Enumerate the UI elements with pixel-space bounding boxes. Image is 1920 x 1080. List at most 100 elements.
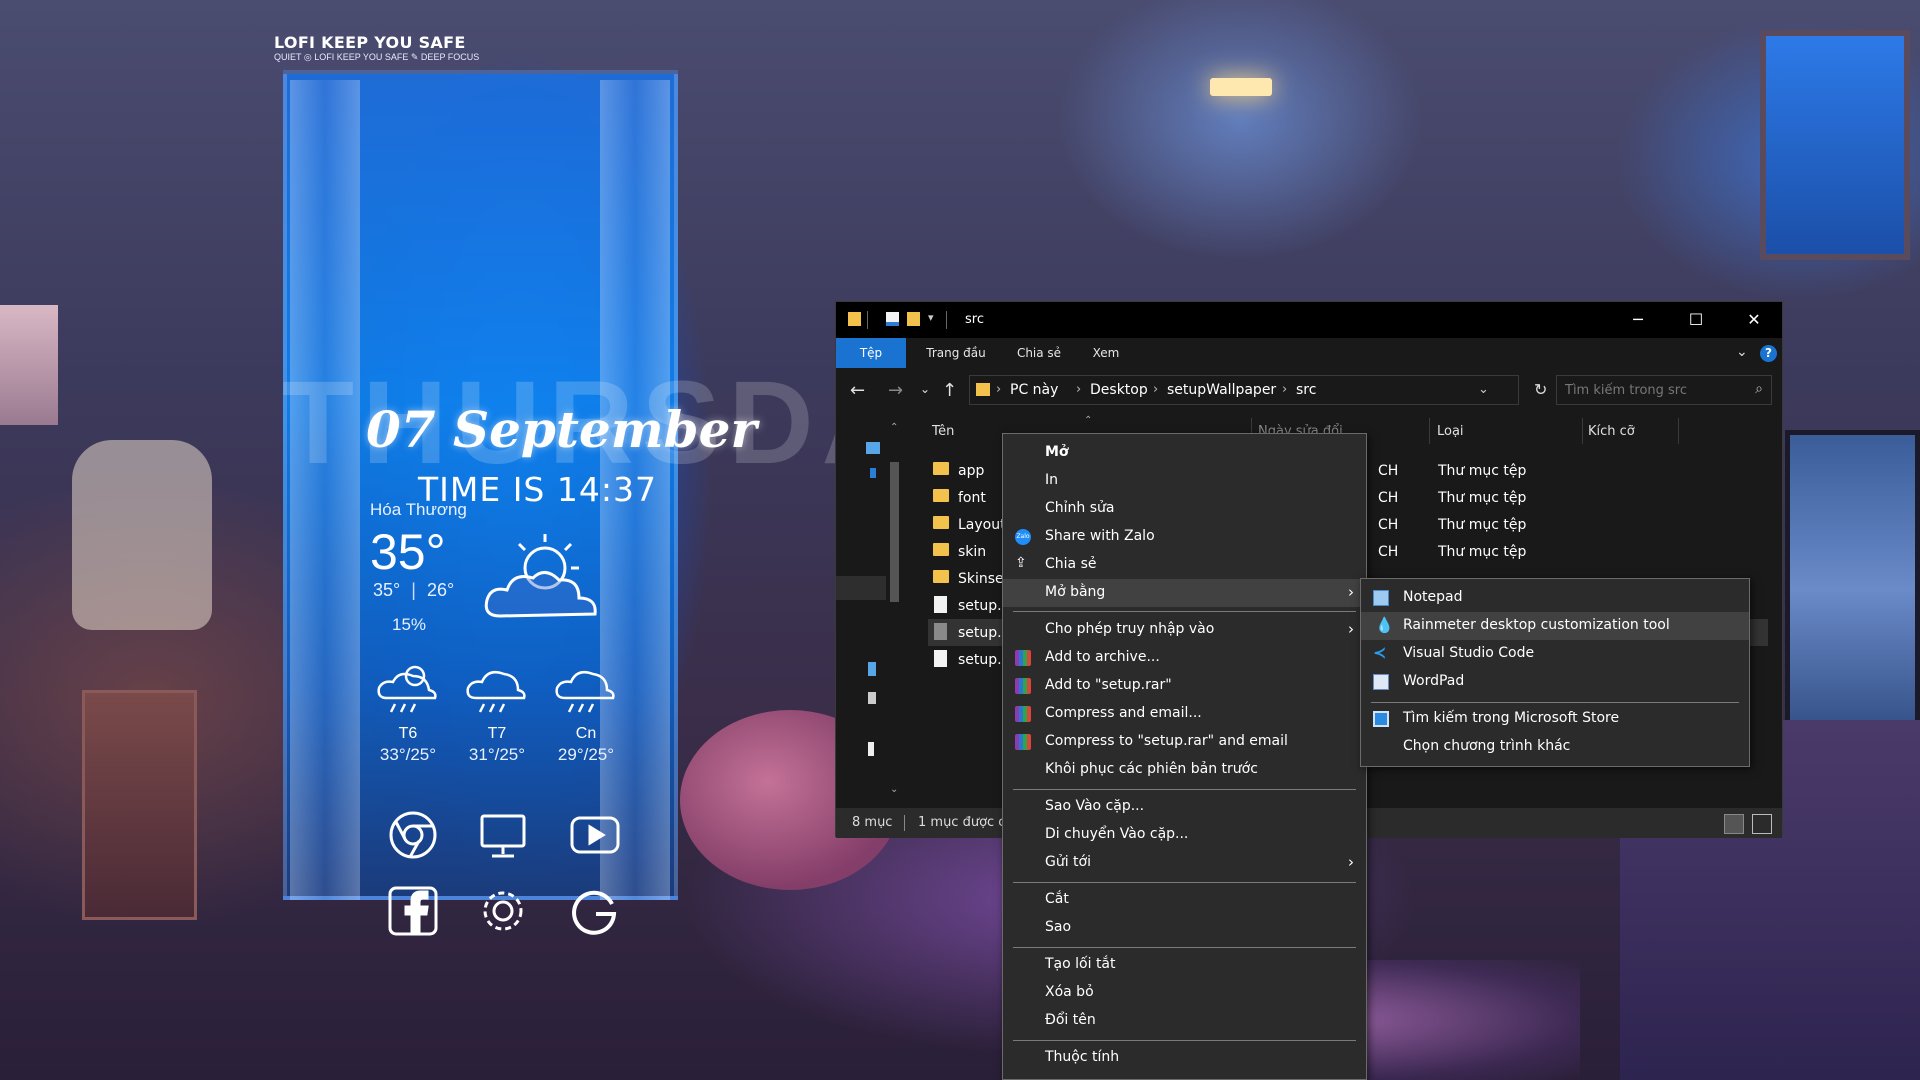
- status-divider: [904, 815, 905, 831]
- column-size[interactable]: Kích cỡ: [1588, 424, 1635, 439]
- menu-item-share-zalo[interactable]: Zalo Share with Zalo: [1003, 523, 1366, 551]
- thunder-cloud-sun-icon: [377, 665, 437, 713]
- winrar-icon: [1015, 650, 1031, 666]
- nav-item-icon[interactable]: [868, 692, 876, 704]
- scroll-up-icon[interactable]: ⌃: [890, 422, 898, 433]
- address-dropdown-icon[interactable]: ⌄: [1478, 382, 1489, 397]
- menu-item-restore-versions[interactable]: Khôi phục các phiên bản trước: [1003, 756, 1366, 784]
- quick-access-dropdown-icon[interactable]: ▾: [928, 311, 934, 324]
- forecast-day-label: Cn: [575, 725, 597, 742]
- weather-high: 35°: [373, 580, 401, 600]
- winrar-icon: [1015, 706, 1031, 722]
- chrome-icon[interactable]: [386, 808, 440, 862]
- back-arrow-icon[interactable]: ←: [850, 380, 865, 401]
- nav-scrollbar-thumb[interactable]: [890, 462, 899, 602]
- file-type: Thư mục tệp: [1438, 463, 1527, 479]
- menu-item-cut[interactable]: Cắt: [1003, 886, 1366, 914]
- column-name[interactable]: Tên: [932, 424, 954, 439]
- menu-item-create-shortcut[interactable]: Tạo lối tắt: [1003, 951, 1366, 979]
- recent-locations-icon[interactable]: ⌄: [920, 382, 930, 396]
- breadcrumb-separator[interactable]: ›: [1282, 382, 1287, 397]
- share-icon: ⇪: [1015, 555, 1027, 571]
- close-button[interactable]: ✕: [1725, 302, 1783, 338]
- menu-item-compress-email[interactable]: Compress and email...: [1003, 700, 1366, 728]
- tab-home[interactable]: Trang đầu: [912, 338, 1000, 368]
- breadcrumb-separator[interactable]: ›: [1153, 382, 1158, 397]
- menu-item-label: Gửi tới: [1045, 854, 1092, 870]
- winrar-icon: [1015, 678, 1031, 694]
- up-arrow-icon[interactable]: ↑: [942, 380, 957, 401]
- search-box[interactable]: Tìm kiếm trong src ⌕: [1556, 375, 1772, 405]
- menu-item-open-with[interactable]: Mở bằng ›: [1003, 579, 1366, 607]
- menu-item-print[interactable]: In: [1003, 467, 1366, 495]
- menu-item-delete[interactable]: Xóa bỏ: [1003, 979, 1366, 1007]
- breadcrumb-src[interactable]: src: [1296, 382, 1316, 398]
- menu-item-compress-rar-email[interactable]: Compress to "setup.rar" and email: [1003, 728, 1366, 756]
- new-folder-icon[interactable]: [907, 312, 920, 326]
- google-icon[interactable]: [568, 884, 622, 938]
- address-row: ← → ⌄ ↑ › PC này › Desktop › setupWallpa…: [836, 368, 1782, 412]
- menu-item-add-archive[interactable]: Add to archive...: [1003, 644, 1366, 672]
- nav-item-selected[interactable]: [836, 576, 886, 600]
- menu-item-add-rar[interactable]: Add to "setup.rar": [1003, 672, 1366, 700]
- settings-icon[interactable]: [476, 884, 530, 938]
- refresh-icon[interactable]: ↻: [1534, 380, 1547, 399]
- maximize-button[interactable]: ☐: [1667, 302, 1725, 338]
- computer-icon[interactable]: [476, 808, 530, 862]
- menu-item-give-access[interactable]: Cho phép truy nhập vào ›: [1003, 616, 1366, 644]
- open-with-store[interactable]: Tìm kiếm trong Microsoft Store: [1361, 705, 1749, 733]
- details-view-icon[interactable]: [1724, 814, 1744, 834]
- nav-item-icon[interactable]: [868, 742, 874, 756]
- forecast-day-3: Cn 29°/25°: [541, 660, 631, 765]
- context-menu[interactable]: Mở In Chỉnh sửa Zalo Share with Zalo ⇪ C…: [1002, 433, 1367, 1080]
- minimize-button[interactable]: ─: [1609, 302, 1667, 338]
- menu-item-label: Compress and email...: [1045, 705, 1202, 721]
- column-separator[interactable]: [1429, 418, 1430, 444]
- breadcrumb-setupwallpaper[interactable]: setupWallpaper: [1167, 382, 1276, 398]
- open-with-choose-other[interactable]: Chọn chương trình khác: [1361, 733, 1749, 761]
- menu-item-send-to[interactable]: Gửi tới ›: [1003, 849, 1366, 877]
- search-icon[interactable]: ⌕: [1755, 381, 1763, 397]
- open-with-vscode[interactable]: ≺ Visual Studio Code: [1361, 640, 1749, 668]
- forward-arrow-icon[interactable]: →: [888, 380, 903, 401]
- column-separator[interactable]: [1582, 418, 1583, 444]
- breadcrumb-pc[interactable]: PC này: [1010, 382, 1058, 398]
- nav-item-icon[interactable]: [868, 662, 876, 676]
- menu-item-edit[interactable]: Chỉnh sửa: [1003, 495, 1366, 523]
- title-bar[interactable]: ▾ src ─ ☐ ✕: [836, 302, 1782, 338]
- open-with-rainmeter[interactable]: 💧 Rainmeter desktop customization tool: [1361, 612, 1749, 640]
- scroll-down-icon[interactable]: ⌄: [890, 784, 898, 795]
- breadcrumb-separator[interactable]: ›: [996, 382, 1001, 397]
- breadcrumb-desktop[interactable]: Desktop: [1090, 382, 1148, 398]
- properties-icon[interactable]: [886, 312, 899, 326]
- column-separator[interactable]: [1678, 418, 1679, 444]
- navigation-pane[interactable]: ⌃ ⌄: [836, 412, 906, 798]
- help-icon[interactable]: ?: [1760, 345, 1777, 362]
- open-with-submenu[interactable]: Notepad 💧 Rainmeter desktop customizatio…: [1360, 578, 1750, 767]
- menu-item-share[interactable]: ⇪ Chia sẻ: [1003, 551, 1366, 579]
- menu-item-copy-to-folder[interactable]: Sao Vào cặp...: [1003, 793, 1366, 821]
- ribbon-expand-icon[interactable]: ⌄: [1736, 344, 1748, 360]
- open-with-wordpad[interactable]: WordPad: [1361, 668, 1749, 696]
- quick-access-icon[interactable]: [866, 442, 880, 454]
- column-type[interactable]: Loại: [1437, 424, 1464, 439]
- menu-item-label: Chia sẻ: [1045, 556, 1097, 572]
- menu-item-move-to-folder[interactable]: Di chuyển Vào cặp...: [1003, 821, 1366, 849]
- facebook-icon[interactable]: [386, 884, 440, 938]
- breadcrumb-separator[interactable]: ›: [1076, 382, 1081, 397]
- nav-item-icon[interactable]: [870, 468, 876, 478]
- wallpaper-cabinet: [82, 690, 197, 920]
- open-with-notepad[interactable]: Notepad: [1361, 584, 1749, 612]
- large-icons-view-icon[interactable]: [1752, 814, 1772, 834]
- menu-item-properties[interactable]: Thuộc tính: [1003, 1044, 1366, 1072]
- tab-file[interactable]: Tệp: [836, 338, 906, 368]
- tab-share[interactable]: Chia sẻ: [1004, 338, 1074, 368]
- menu-item-copy[interactable]: Sao: [1003, 914, 1366, 942]
- file-type: Thư mục tệp: [1438, 490, 1527, 506]
- address-bar[interactable]: › PC này › Desktop › setupWallpaper › sr…: [969, 375, 1519, 405]
- tab-view[interactable]: Xem: [1078, 338, 1134, 368]
- menu-item-open[interactable]: Mở: [1003, 439, 1366, 467]
- youtube-icon[interactable]: [568, 808, 622, 862]
- menu-item-label: Notepad: [1403, 589, 1463, 605]
- menu-item-rename[interactable]: Đổi tên: [1003, 1007, 1366, 1035]
